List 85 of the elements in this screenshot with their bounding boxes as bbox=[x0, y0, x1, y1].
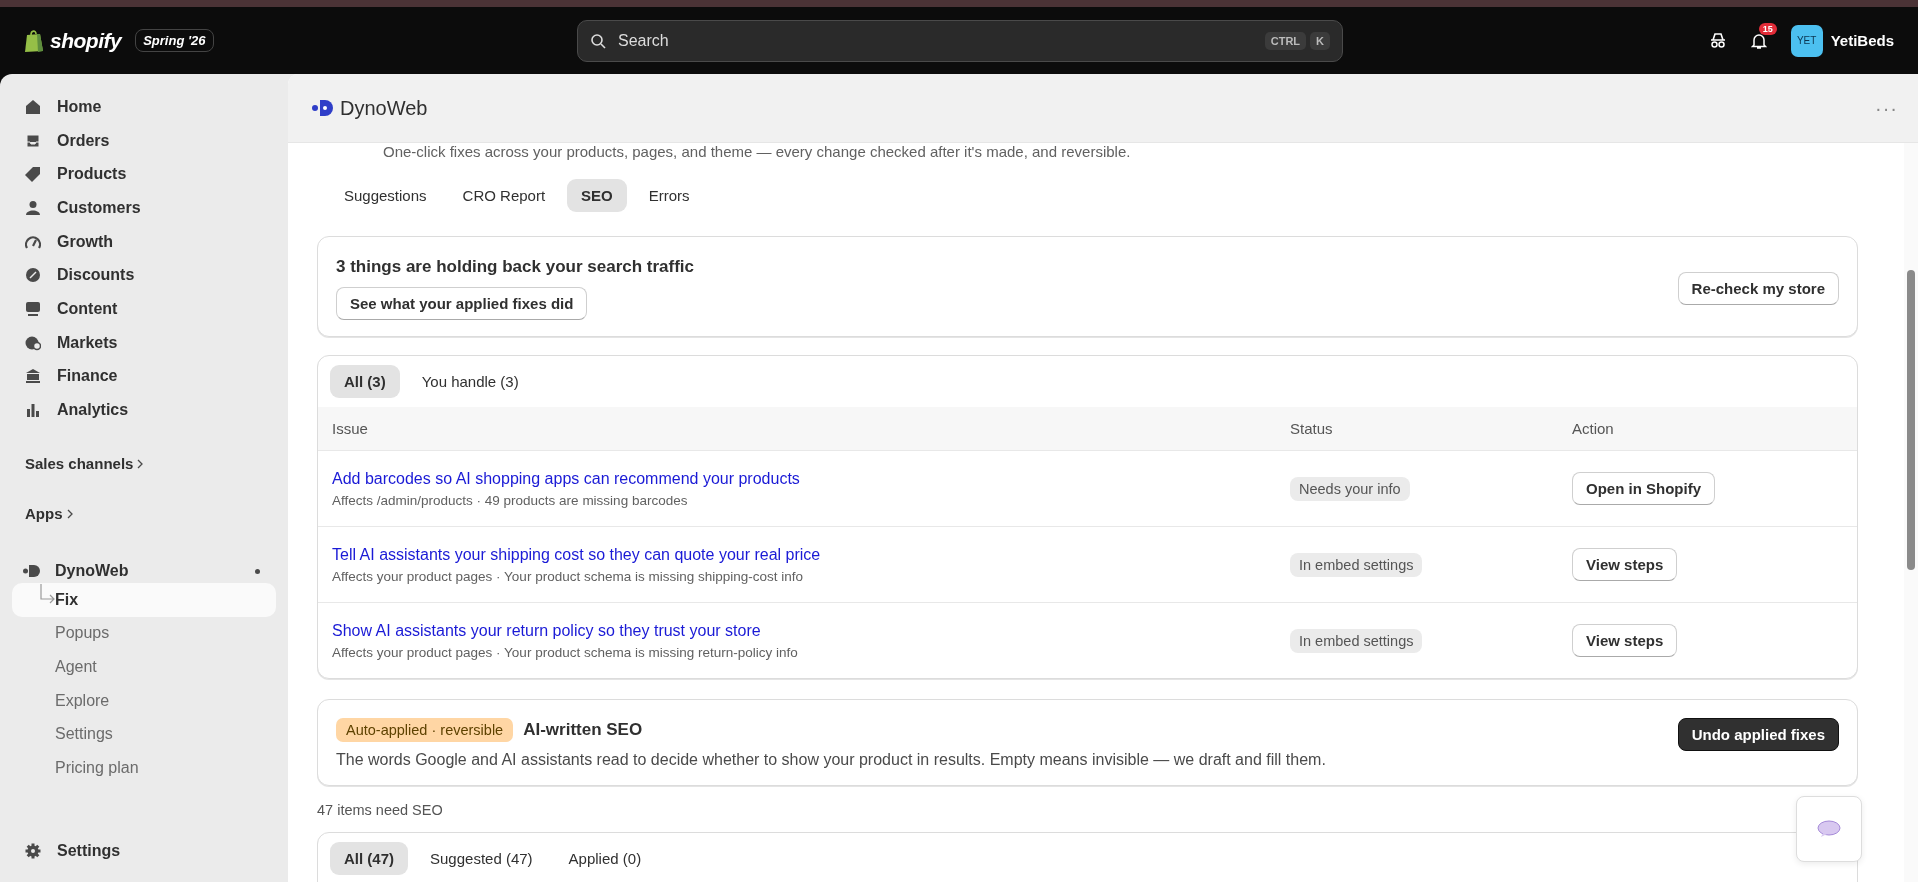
page-subtitle: One-click fixes across your products, pages, and theme — every change checked after it's made, and reversible. bbox=[383, 143, 1132, 161]
sub-nav-item[interactable]: Fix bbox=[12, 582, 276, 617]
action-button[interactable]: Open in Shopify bbox=[1572, 472, 1715, 505]
column-header: Status bbox=[1290, 420, 1334, 437]
card-description: The words Google and AI assistants read to decide whether to show your product in results. Empty means invisible — we draft and fill them. bbox=[336, 751, 1326, 769]
nav-item[interactable]: Orders bbox=[12, 123, 276, 158]
search-field[interactable]: Search CTRL K bbox=[577, 19, 1343, 62]
speech-bubble-icon bbox=[1817, 820, 1841, 838]
status-badge: Auto-applied · reversible bbox=[336, 718, 514, 742]
app-title: DynoWeb bbox=[340, 96, 428, 120]
issue-detail: Affects /admin/products · 49 products are missing barcodes bbox=[332, 492, 689, 508]
spy-icon[interactable] bbox=[1708, 32, 1727, 49]
home-icon bbox=[25, 98, 41, 115]
nav-item[interactable]: Growth bbox=[12, 224, 276, 259]
issue-link[interactable]: Tell AI assistants your shipping cost so they can quote your real price bbox=[332, 545, 821, 563]
nav-item[interactable]: Finance bbox=[12, 359, 276, 394]
app-logo-icon bbox=[23, 563, 41, 578]
sub-nav-item[interactable]: Settings bbox=[12, 717, 276, 752]
shopping-bag-icon bbox=[24, 28, 44, 53]
issue-link[interactable]: Add barcodes so AI shopping apps can recommend your products bbox=[332, 469, 800, 487]
nav-item[interactable]: Customers bbox=[12, 191, 276, 225]
edition-badge: Spring '26 bbox=[135, 29, 214, 52]
items-count: 47 items need SEO bbox=[317, 802, 444, 818]
globe-icon bbox=[25, 334, 41, 351]
nav-item[interactable]: Settings bbox=[12, 834, 276, 868]
tab[interactable]: Suggestions bbox=[330, 179, 441, 212]
gauge-icon bbox=[25, 233, 41, 250]
card-title: 3 things are holding back your search traffic bbox=[336, 257, 695, 277]
status-badge: Needs your info bbox=[1290, 476, 1410, 501]
bell-icon[interactable] bbox=[1750, 31, 1767, 50]
nav-item[interactable]: Products bbox=[12, 157, 276, 192]
nav-item[interactable]: Markets bbox=[12, 325, 276, 360]
nav-item[interactable]: Analytics bbox=[12, 393, 276, 427]
search-input[interactable]: Search bbox=[616, 30, 1255, 51]
issue-link[interactable]: Show AI assistants your return policy so they trust your store bbox=[332, 621, 761, 639]
tab[interactable]: SEO bbox=[567, 179, 627, 212]
filter-tab[interactable]: All (3) bbox=[330, 365, 400, 398]
issue-detail: Affects your product pages · Your product schema is missing return-policy info bbox=[332, 644, 799, 660]
tab[interactable]: CRO Report bbox=[448, 179, 560, 212]
person-icon bbox=[25, 199, 41, 216]
monitor-icon bbox=[25, 300, 41, 317]
bar-chart-icon bbox=[25, 402, 41, 419]
search-icon bbox=[590, 32, 606, 49]
sub-nav-item[interactable]: Popups bbox=[12, 616, 276, 651]
store-avatar[interactable]: YET bbox=[1790, 24, 1823, 57]
filter-tab[interactable]: You handle (3) bbox=[407, 365, 533, 398]
inbox-icon bbox=[25, 132, 41, 149]
filter-tab[interactable]: All (47) bbox=[330, 842, 408, 875]
status-badge: In embed settings bbox=[1290, 552, 1423, 577]
filter-tab[interactable]: Applied (0) bbox=[554, 842, 656, 875]
recheck-button[interactable]: Re-check my store bbox=[1677, 272, 1839, 305]
section-link[interactable]: Apps bbox=[12, 504, 276, 527]
status-badge: In embed settings bbox=[1290, 628, 1423, 653]
filter-tab[interactable]: Suggested (47) bbox=[416, 842, 547, 875]
chevron-icon bbox=[137, 458, 144, 469]
column-header: Issue bbox=[332, 420, 369, 437]
bank-icon bbox=[25, 368, 41, 385]
elbow-arrow-icon bbox=[38, 583, 56, 606]
applied-fixes-button[interactable]: See what your applied fixes did bbox=[336, 287, 588, 320]
shortcut-key: CTRL bbox=[1264, 31, 1307, 50]
tab[interactable]: Errors bbox=[634, 179, 704, 212]
card-title: AI-written SEO bbox=[523, 720, 643, 740]
tag-icon bbox=[25, 166, 41, 183]
shortcut-key: K bbox=[1310, 31, 1330, 50]
nav-item[interactable]: Home bbox=[12, 90, 276, 124]
undo-button[interactable]: Undo applied fixes bbox=[1677, 718, 1839, 751]
logo[interactable]: shopify bbox=[50, 28, 122, 53]
sub-nav-item[interactable]: Agent bbox=[12, 650, 276, 684]
column-header: Action bbox=[1572, 420, 1615, 437]
chevron-icon bbox=[66, 508, 73, 519]
sub-nav-item[interactable]: Explore bbox=[12, 683, 276, 718]
action-button[interactable]: View steps bbox=[1572, 624, 1678, 657]
sub-nav-item[interactable]: Pricing plan bbox=[12, 751, 276, 785]
discount-icon bbox=[25, 267, 41, 284]
scrollbar[interactable] bbox=[1904, 143, 1918, 882]
nav-item[interactable]: Content bbox=[12, 292, 276, 326]
issue-detail: Affects your product pages · Your product schema is missing shipping-cost info bbox=[332, 568, 804, 584]
section-link[interactable]: Sales channels bbox=[12, 454, 276, 477]
notification-count: 15 bbox=[1758, 22, 1777, 35]
action-button[interactable]: View steps bbox=[1572, 548, 1678, 581]
store-name[interactable]: YetiBeds bbox=[1830, 32, 1894, 49]
app-logo-icon bbox=[312, 99, 334, 117]
nav-item[interactable]: Discounts bbox=[12, 258, 276, 293]
nav-item[interactable]: DynoWeb bbox=[12, 558, 276, 583]
gear-icon bbox=[25, 843, 41, 860]
